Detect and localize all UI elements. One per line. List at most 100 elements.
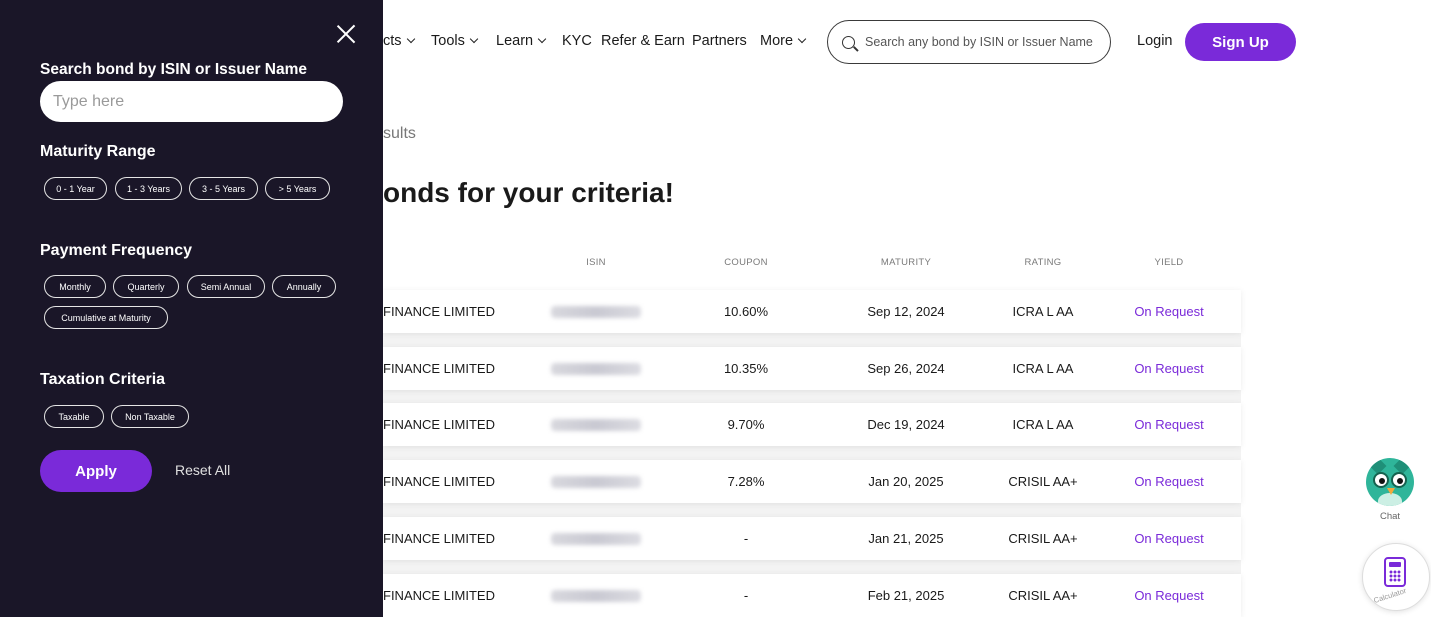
issuer-name: FINANCE LIMITED xyxy=(383,588,495,603)
rating-value: CRISIL AA+ xyxy=(1008,474,1078,489)
taxation-chip-non-taxable[interactable]: Non Taxable xyxy=(111,405,189,428)
nav-item-label: Learn xyxy=(496,33,534,49)
bond-search-input[interactable] xyxy=(40,81,343,122)
owl-mascot-icon xyxy=(1366,458,1414,506)
table-row[interactable]: FINANCE LIMITED 7.28% Jan 20, 2025 CRISI… xyxy=(383,460,1241,503)
maturity-chip-0-1-year[interactable]: 0 - 1 Year xyxy=(44,177,107,200)
coupon-value: 10.35% xyxy=(723,361,769,376)
issuer-name: FINANCE LIMITED xyxy=(383,531,495,546)
payment-chip-annually[interactable]: Annually xyxy=(272,275,336,298)
column-header-maturity: MATURITY xyxy=(880,257,932,268)
maturity-chip-3-5-years[interactable]: 3 - 5 Years xyxy=(189,177,258,200)
issuer-name: FINANCE LIMITED xyxy=(383,304,495,319)
nav-item-kyc[interactable]: KYC xyxy=(562,33,592,49)
chevron-down-icon xyxy=(406,34,415,44)
login-link[interactable]: Login xyxy=(1137,33,1172,49)
maturity-value: Feb 21, 2025 xyxy=(867,588,945,603)
column-header-rating: RATING xyxy=(1024,257,1062,268)
payment-frequency-label: Payment Frequency xyxy=(40,242,193,259)
payment-chip-cumulative-at-maturity[interactable]: Cumulative at Maturity xyxy=(44,306,168,329)
chevron-down-icon xyxy=(797,34,807,44)
maturity-chip-over-5-years[interactable]: > 5 Years xyxy=(265,177,330,200)
nav-item-products[interactable]: cts xyxy=(383,33,415,49)
yield-on-request-link[interactable]: On Request xyxy=(1119,417,1219,432)
calculator-widget[interactable]: Calculator xyxy=(1362,543,1430,611)
payment-chip-quarterly[interactable]: Quarterly xyxy=(113,275,179,298)
row-separator xyxy=(383,333,1241,347)
nav-item-label: Partners xyxy=(692,33,747,49)
issuer-name: FINANCE LIMITED xyxy=(383,417,495,432)
nav-item-learn[interactable]: Learn xyxy=(496,33,547,49)
maturity-value: Sep 12, 2024 xyxy=(867,304,945,319)
isin-value-redacted xyxy=(551,533,641,545)
issuer-name: FINANCE LIMITED xyxy=(383,361,495,376)
nav-item-partners[interactable]: Partners xyxy=(692,33,747,49)
isin-value-redacted xyxy=(551,306,641,318)
row-separator xyxy=(383,503,1241,517)
isin-value-redacted xyxy=(551,363,641,375)
maturity-range-label: Maturity Range xyxy=(40,143,156,160)
rating-value: ICRA L AA xyxy=(1012,361,1074,376)
issuer-name: FINANCE LIMITED xyxy=(383,474,495,489)
yield-on-request-link[interactable]: On Request xyxy=(1119,304,1219,319)
header-search xyxy=(827,20,1111,64)
taxation-criteria-label: Taxation Criteria xyxy=(40,371,166,388)
table-row[interactable]: FINANCE LIMITED 10.35% Sep 26, 2024 ICRA… xyxy=(383,347,1241,390)
maturity-value: Dec 19, 2024 xyxy=(867,417,945,432)
table-row[interactable]: FINANCE LIMITED 9.70% Dec 19, 2024 ICRA … xyxy=(383,403,1241,446)
yield-on-request-link[interactable]: On Request xyxy=(1119,531,1219,546)
nav-item-label: More xyxy=(760,33,794,49)
coupon-value: 9.70% xyxy=(727,417,765,432)
column-header-yield: YIELD xyxy=(1154,257,1184,268)
calculator-icon xyxy=(1384,557,1406,587)
maturity-chip-1-3-years[interactable]: 1 - 3 Years xyxy=(115,177,182,200)
coupon-value: - xyxy=(743,588,749,603)
nav-item-label: KYC xyxy=(562,33,592,49)
apply-button[interactable]: Apply xyxy=(40,450,152,492)
table-row[interactable]: FINANCE LIMITED 10.60% Sep 12, 2024 ICRA… xyxy=(383,290,1241,333)
maturity-value: Jan 20, 2025 xyxy=(868,474,944,489)
chevron-down-icon xyxy=(469,34,479,44)
table-row[interactable]: FINANCE LIMITED - Feb 21, 2025 CRISIL AA… xyxy=(383,574,1241,617)
chat-widget[interactable]: Chat xyxy=(1364,458,1416,524)
filter-sidebar: Search bond by ISIN or Issuer Name Matur… xyxy=(0,0,383,617)
coupon-value: 7.28% xyxy=(727,474,765,489)
rating-value: ICRA L AA xyxy=(1012,417,1074,432)
table-row[interactable]: FINANCE LIMITED - Jan 21, 2025 CRISIL AA… xyxy=(383,517,1241,560)
coupon-value: - xyxy=(743,531,749,546)
rating-value: CRISIL AA+ xyxy=(1008,531,1078,546)
yield-on-request-link[interactable]: On Request xyxy=(1119,361,1219,376)
payment-chip-monthly[interactable]: Monthly xyxy=(44,275,106,298)
header-search-input[interactable] xyxy=(865,35,1105,49)
yield-on-request-link[interactable]: On Request xyxy=(1119,588,1219,603)
chat-label: Chat xyxy=(1379,511,1401,522)
yield-on-request-link[interactable]: On Request xyxy=(1119,474,1219,489)
nav-item-more[interactable]: More xyxy=(760,33,807,49)
close-icon[interactable] xyxy=(334,22,358,46)
isin-value-redacted xyxy=(551,419,641,431)
row-separator xyxy=(383,390,1241,404)
nav-item-label: Tools xyxy=(431,33,465,49)
nav-item-refer-earn[interactable]: Refer & Earn xyxy=(601,33,685,49)
taxation-chip-taxable[interactable]: Taxable xyxy=(44,405,104,428)
maturity-value: Sep 26, 2024 xyxy=(867,361,945,376)
signup-button[interactable]: Sign Up xyxy=(1185,23,1296,61)
nav-item-label: Refer & Earn xyxy=(601,33,685,49)
search-icon xyxy=(842,35,855,49)
row-separator xyxy=(383,560,1241,574)
chevron-down-icon xyxy=(537,34,547,44)
reset-all-button[interactable]: Reset All xyxy=(175,462,230,478)
column-header-coupon: COUPON xyxy=(724,257,768,268)
results-breadcrumb: sults xyxy=(383,125,416,142)
row-separator xyxy=(383,446,1241,460)
search-label: Search bond by ISIN or Issuer Name xyxy=(40,61,308,78)
column-header-isin: ISIN xyxy=(586,257,606,268)
isin-value-redacted xyxy=(551,590,641,602)
coupon-value: 10.60% xyxy=(723,304,769,319)
nav-item-tools[interactable]: Tools xyxy=(431,33,479,49)
maturity-value: Jan 21, 2025 xyxy=(868,531,944,546)
payment-chip-semi-annual[interactable]: Semi Annual xyxy=(187,275,265,298)
rating-value: CRISIL AA+ xyxy=(1008,588,1078,603)
rating-value: ICRA L AA xyxy=(1012,304,1074,319)
calculator-label: Calculator xyxy=(1372,586,1408,605)
